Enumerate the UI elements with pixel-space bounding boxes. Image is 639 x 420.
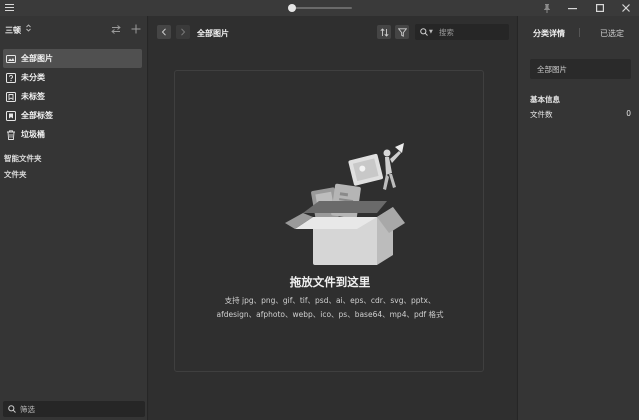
file-count-label: 文件数 <box>530 110 553 119</box>
close-button[interactable] <box>616 0 636 16</box>
zoom-track[interactable] <box>292 7 352 9</box>
file-count-value: 0 <box>626 109 631 118</box>
search-box[interactable]: ▼ <box>415 24 509 40</box>
menu-icon[interactable] <box>5 4 14 11</box>
library-name[interactable]: 三顿 <box>5 25 21 36</box>
tab-selected[interactable]: 已选定 <box>600 28 624 39</box>
filter-button[interactable] <box>395 25 409 39</box>
maximize-icon <box>596 4 604 12</box>
sidebar-item-label: 未分类 <box>21 73 45 82</box>
sidebar-item-label: 未标签 <box>21 92 45 101</box>
folder-name-field[interactable]: 全部图片 <box>530 59 631 79</box>
tab-category-details[interactable]: 分类详情 <box>533 28 565 39</box>
zoom-slider[interactable] <box>288 2 352 14</box>
search-options-caret-icon[interactable]: ▼ <box>429 29 433 35</box>
chevron-left-icon <box>161 28 166 36</box>
drop-zone[interactable]: 拖放文件到这里 支持 jpg、png、gif、tif、psd、ai、eps、cd… <box>174 70 484 372</box>
chevron-right-icon <box>181 28 186 36</box>
library-switcher[interactable]: 三顿 <box>0 16 148 42</box>
search-icon <box>420 28 428 36</box>
swap-library-icon[interactable] <box>111 25 121 34</box>
sidebar-nav: 全部图片 未分类 未标签 全部标签 垃圾桶 <box>3 49 142 144</box>
sort-icon <box>379 27 389 37</box>
sidebar-item-all-tags[interactable]: 全部标签 <box>3 106 142 125</box>
sidebar-item-uncategorized[interactable]: 未分类 <box>3 68 142 87</box>
sidebar-item-trash[interactable]: 垃圾桶 <box>3 125 142 144</box>
filter-input[interactable] <box>20 404 130 414</box>
sidebar-item-label: 全部标签 <box>21 111 53 120</box>
left-sidebar: 三顿 全部图片 未分类 未标签 全部标签 垃圾桶 智能文件夹 文件夹 筛选 <box>0 16 148 420</box>
trash-icon <box>6 129 16 140</box>
search-input[interactable] <box>438 27 499 37</box>
sidebar-item-label: 垃圾桶 <box>21 130 45 139</box>
tab-divider <box>579 28 580 37</box>
basic-info-heading: 基本信息 <box>530 95 560 104</box>
all-images-icon <box>6 54 16 64</box>
drop-title: 拖放文件到这里 <box>289 275 371 289</box>
untagged-icon <box>6 91 16 102</box>
pin-button[interactable] <box>537 0 557 16</box>
add-icon[interactable] <box>131 24 141 34</box>
sort-button[interactable] <box>377 25 391 39</box>
minimize-button[interactable] <box>562 0 582 16</box>
all-tags-icon <box>6 110 16 121</box>
breadcrumb: 全部图片 <box>197 29 229 38</box>
folders-label[interactable]: 文件夹 <box>4 169 27 180</box>
funnel-icon <box>397 27 407 37</box>
title-bar <box>0 0 639 16</box>
back-button[interactable] <box>157 25 171 39</box>
file-count-row: 文件数 0 <box>530 109 631 120</box>
smart-folders-label[interactable]: 智能文件夹 <box>4 153 42 164</box>
pin-icon <box>544 3 550 13</box>
maximize-button[interactable] <box>590 0 610 16</box>
main-area: 全部图片 ▼ 搜索 拖放文件到这里 支持 jpg、png、gif、tif、psd… <box>149 16 516 420</box>
inspector-panel: 分类详情 已选定 全部图片 基本信息 文件数 0 <box>517 16 639 420</box>
forward-button[interactable] <box>176 25 190 39</box>
drop-description: 支持 jpg、png、gif、tif、psd、ai、eps、cdr、svg、pp… <box>216 296 444 319</box>
library-caret-icon[interactable] <box>26 24 31 34</box>
filter-box[interactable] <box>3 401 145 417</box>
toolbar: 全部图片 ▼ <box>149 16 516 48</box>
search-icon <box>8 405 16 413</box>
sidebar-item-all-images[interactable]: 全部图片 <box>3 49 142 68</box>
sidebar-item-label: 全部图片 <box>21 54 53 63</box>
box-illustration-icon <box>285 143 405 265</box>
close-icon <box>622 4 630 12</box>
sidebar-item-untagged[interactable]: 未标签 <box>3 87 142 106</box>
minimize-icon <box>567 7 577 9</box>
uncategorized-icon <box>6 72 16 83</box>
zoom-knob[interactable] <box>288 4 296 12</box>
